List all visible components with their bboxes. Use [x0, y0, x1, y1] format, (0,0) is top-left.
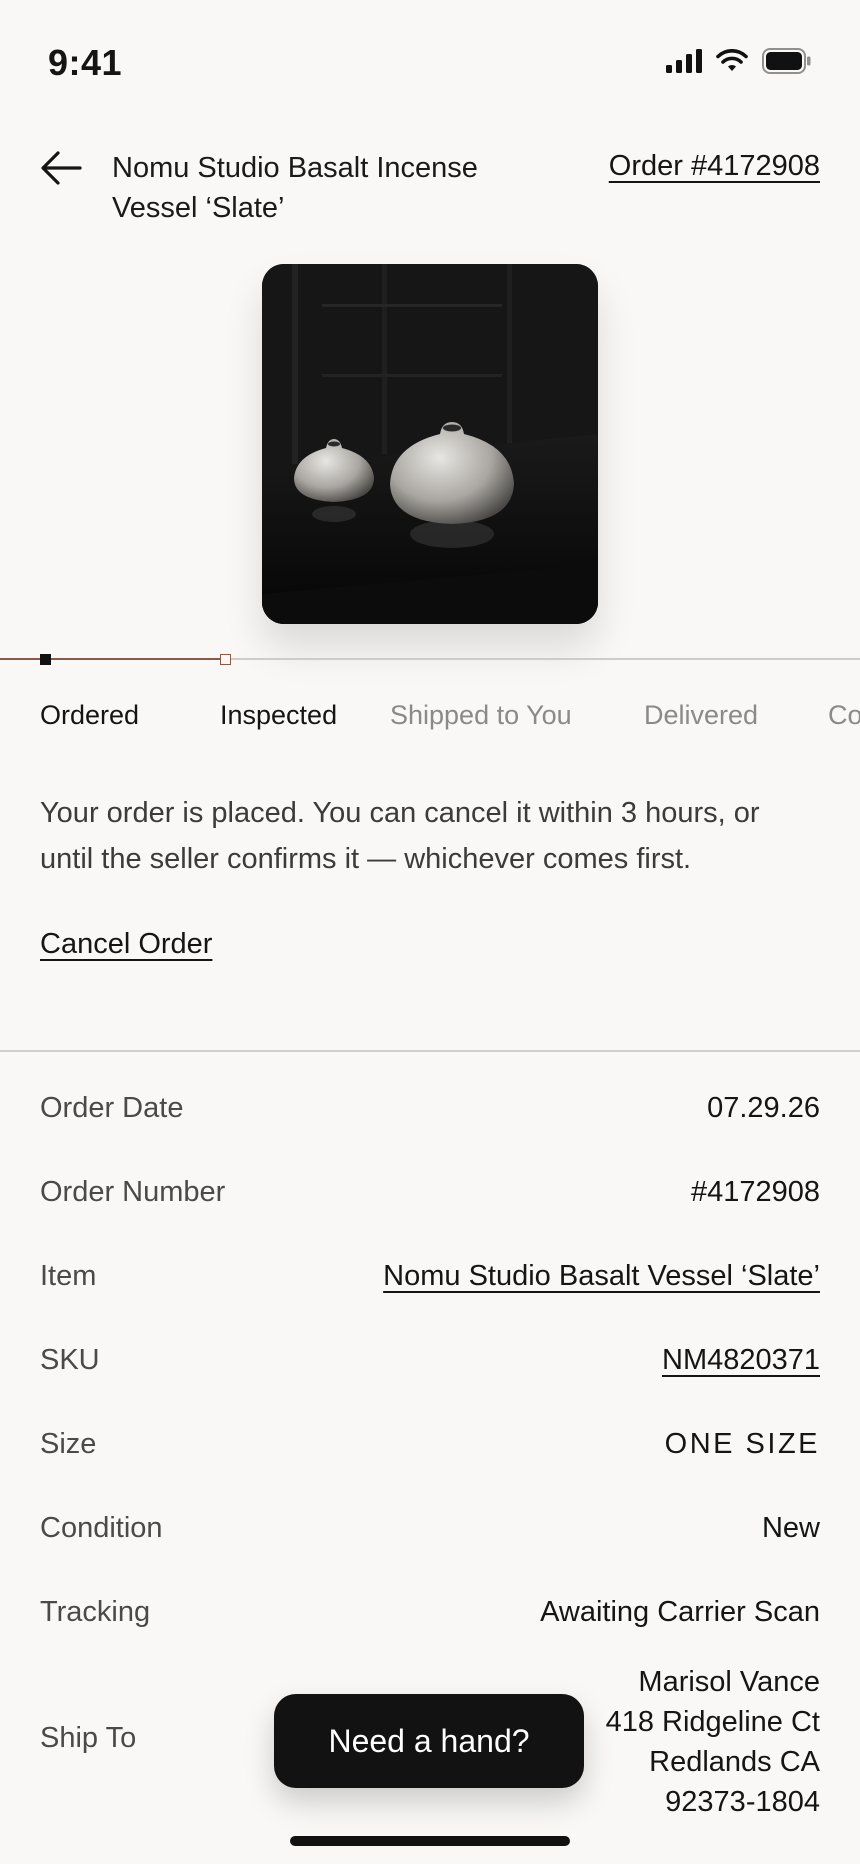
detail-label: Item	[40, 1260, 97, 1292]
detail-label: Order Date	[40, 1092, 184, 1124]
step-completed[interactable]: Co	[828, 700, 860, 731]
step-delivered[interactable]: Delivered	[644, 700, 758, 731]
detail-label: Condition	[40, 1512, 163, 1544]
order-steps: Ordered Inspected Shipped to You Deliver…	[0, 700, 860, 744]
detail-row-item: Item Nomu Studio Basalt Vessel ‘Slate’	[40, 1260, 820, 1300]
tracking-value: Awaiting Carrier Scan	[540, 1596, 820, 1628]
ship-to-address: Marisol Vance 418 Ridgeline Ct Redlands …	[606, 1662, 820, 1822]
arrow-left-icon	[41, 151, 82, 185]
cancel-order-button[interactable]: Cancel Order	[40, 928, 212, 961]
help-button[interactable]: Need a hand?	[274, 1694, 584, 1788]
sku-link[interactable]: NM4820371	[662, 1344, 820, 1377]
detail-row-sku: SKU NM4820371	[40, 1344, 820, 1384]
size-value: ONE SIZE	[664, 1428, 820, 1460]
back-button[interactable]	[38, 146, 84, 192]
product-title: Nomu Studio Basalt Incense Vessel ‘Slate…	[112, 152, 478, 224]
detail-label: SKU	[40, 1344, 100, 1376]
order-number-value: #4172908	[690, 1176, 820, 1208]
home-indicator	[290, 1836, 570, 1846]
section-divider	[0, 1050, 860, 1052]
step-shipped[interactable]: Shipped to You	[390, 700, 572, 731]
address-city: Redlands CA	[649, 1746, 820, 1778]
status-time: 9:41	[48, 42, 123, 83]
step-marker-ordered	[40, 654, 51, 665]
address-name: Marisol Vance	[638, 1666, 820, 1698]
detail-row-order-date: Order Date 07.29.26	[40, 1092, 820, 1132]
cellular-signal-icon	[666, 49, 702, 73]
product-image	[262, 264, 598, 624]
status-message: Your order is placed. You can cancel it …	[40, 797, 760, 875]
detail-label: Ship To	[40, 1722, 137, 1754]
step-marker-inspected	[220, 654, 231, 665]
order-date-value: 07.29.26	[707, 1092, 820, 1124]
battery-icon	[762, 48, 811, 74]
status-icons	[666, 48, 812, 74]
detail-row-condition: Condition New	[40, 1512, 820, 1552]
progress-fill	[0, 658, 226, 660]
address-zip: 92373-1804	[665, 1786, 820, 1818]
condition-value: New	[761, 1512, 820, 1544]
detail-row-order-number: Order Number #4172908	[40, 1176, 820, 1216]
step-ordered[interactable]: Ordered	[40, 700, 139, 731]
wifi-icon	[716, 49, 748, 71]
detail-label: Size	[40, 1428, 97, 1460]
order-number-link[interactable]: Order #4172908	[609, 150, 820, 183]
address-street: 418 Ridgeline Ct	[605, 1706, 820, 1738]
item-link[interactable]: Nomu Studio Basalt Vessel ‘Slate’	[383, 1260, 820, 1293]
step-inspected[interactable]: Inspected	[220, 700, 337, 731]
detail-label: Tracking	[40, 1596, 151, 1628]
detail-row-size: Size ONE SIZE	[40, 1428, 820, 1468]
detail-label: Order Number	[40, 1176, 226, 1208]
detail-row-tracking: Tracking Awaiting Carrier Scan	[40, 1596, 820, 1636]
